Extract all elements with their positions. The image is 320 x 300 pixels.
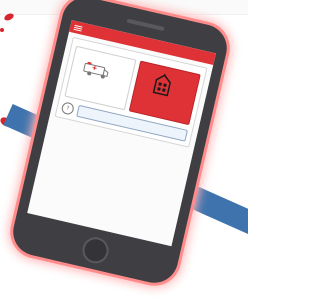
red-dot [0,28,4,32]
building-icon [152,73,171,97]
ambulance-icon [83,61,109,79]
building-option-tile[interactable] [128,60,201,126]
phone-mockup: ? [8,0,232,288]
ad-scene: ? [0,0,248,300]
menu-icon[interactable] [73,24,83,32]
ambulance-option-tile[interactable] [64,45,137,111]
left-tile-label [67,90,125,103]
help-icon: ? [60,101,75,116]
right-tile-label [131,105,189,118]
